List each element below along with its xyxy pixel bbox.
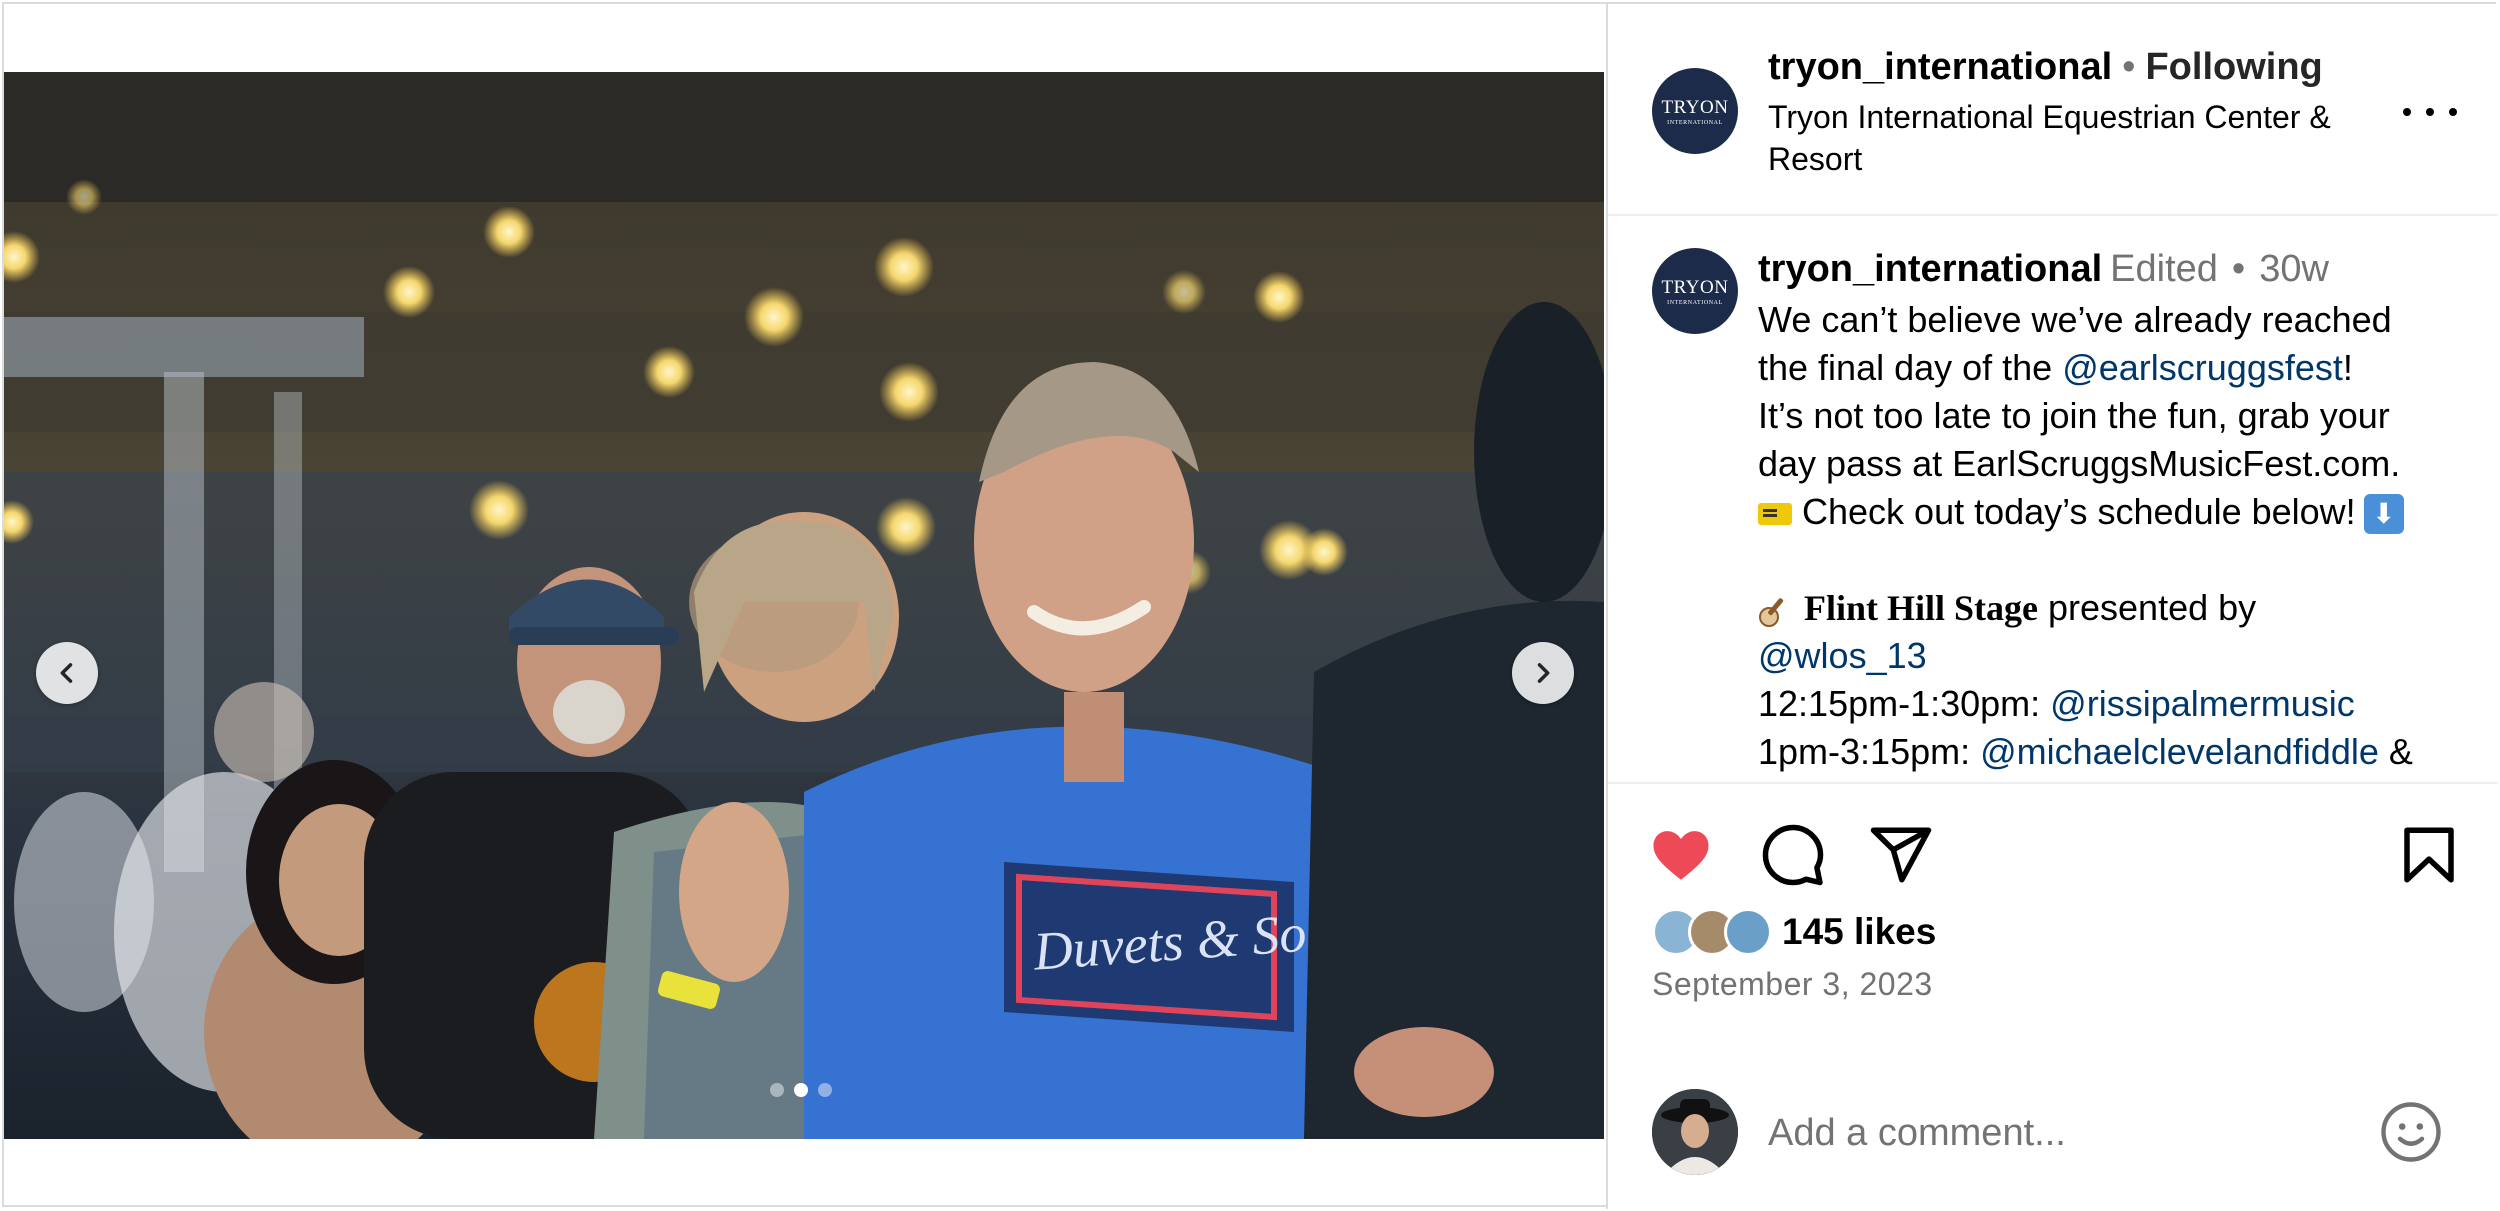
caption-line: day pass at EarlScruggsMusicFest.com. xyxy=(1758,443,2401,484)
caption-line: We can’t believe we’ve already reached xyxy=(1758,299,2392,340)
logo-text: TRYON xyxy=(1661,96,1729,118)
chevron-right-icon xyxy=(1537,663,1550,683)
more-icon xyxy=(2403,108,2411,116)
caption-line: 1pm-3:15pm: @michaelclevelandfiddle & xyxy=(1758,728,2478,776)
caption-line: It’s not too late to join the fun, grab … xyxy=(1758,395,2390,436)
caption-fragment: Check out today’s schedule below! xyxy=(1802,491,2356,532)
logo-text: TRYON xyxy=(1661,276,1729,298)
caption-fragment: 1pm-3:15pm: xyxy=(1758,731,1981,772)
post-media: Duvets & Sols xyxy=(4,72,1604,1139)
down-arrow-emoji-icon: ⬇ xyxy=(2363,494,2404,535)
share-button[interactable] xyxy=(1868,822,1934,888)
post-location[interactable]: Tryon International Equestrian Center & … xyxy=(1768,96,2388,180)
post-side-panel: TRYON INTERNATIONAL tryon_international •… xyxy=(1606,4,2498,1209)
liker-avatar xyxy=(1724,908,1772,956)
ticket-emoji-icon xyxy=(1758,503,1792,526)
carousel-dot-active xyxy=(794,1083,808,1097)
mention-michaelclevelandfiddle[interactable]: @michaelclevelandfiddle xyxy=(1980,731,2379,772)
caption-fragment: the final day of the xyxy=(1758,347,2063,388)
smile-icon xyxy=(2381,1102,2441,1162)
chevron-left-icon xyxy=(60,663,73,683)
likes-row[interactable]: 145 likes xyxy=(1652,904,1936,960)
more-icon xyxy=(2426,108,2434,116)
mention-earlscruggsfest[interactable]: @earlscruggsfest xyxy=(2062,347,2343,388)
stage-name: Flint Hill Stage xyxy=(1804,588,2038,628)
comment-icon xyxy=(1762,824,1824,886)
banjo-emoji-icon xyxy=(1759,598,1784,628)
caption-fragment: presented by xyxy=(2038,587,2257,628)
user-avatar-image xyxy=(1652,1089,1738,1175)
more-icon xyxy=(2449,108,2457,116)
carousel-dot xyxy=(818,1083,832,1097)
carousel-prev-button[interactable] xyxy=(36,642,98,704)
post-modal: Duvets & Sols TRYON INTERNATIONAL tryon_… xyxy=(2,2,2498,1209)
caption-fragment: & xyxy=(2378,731,2413,772)
header-separator: • xyxy=(2122,46,2136,88)
caption-avatar[interactable]: TRYON INTERNATIONAL xyxy=(1652,248,1738,334)
header-username-row: tryon_international • Following xyxy=(1768,46,2323,89)
bookmark-icon xyxy=(2404,827,2454,883)
account-avatar[interactable]: TRYON INTERNATIONAL xyxy=(1652,68,1738,154)
caption-username[interactable]: tryon_international xyxy=(1758,248,2102,290)
post-caption: TRYON INTERNATIONAL tryon_international E… xyxy=(1608,218,2498,782)
caption-line: the final day of the @earlscruggsfest! xyxy=(1758,344,2478,392)
heart-icon xyxy=(1653,831,1709,880)
post-date[interactable]: September 3, 2023 xyxy=(1652,966,1933,1003)
caption-line: Flint Hill Stage presented by xyxy=(1758,584,2478,632)
caption-line: 12:15pm-1:30pm: @rissipalmermusic xyxy=(1758,680,2478,728)
carousel-next-button[interactable] xyxy=(1512,642,1574,704)
logo-subtext: INTERNATIONAL xyxy=(1667,299,1723,306)
caption-text: We can’t believe we’ve already reached t… xyxy=(1758,296,2478,776)
caption-age[interactable]: 30w xyxy=(2259,248,2329,290)
following-button[interactable]: Following xyxy=(2145,46,2322,88)
comment-bar xyxy=(1608,1059,2498,1209)
caption-fragment: ! xyxy=(2342,347,2353,388)
post-photo: Duvets & Sols xyxy=(4,72,1604,1139)
likes-count[interactable]: 145 likes xyxy=(1782,911,1936,953)
caption-fragment: 12:15pm-1:30pm: xyxy=(1758,683,2051,724)
save-button[interactable] xyxy=(2396,822,2462,888)
header-username[interactable]: tryon_international xyxy=(1768,46,2112,88)
carousel-dot xyxy=(770,1083,784,1097)
caption-separator: • xyxy=(2231,248,2246,290)
share-icon xyxy=(1870,827,1932,883)
comment-button[interactable] xyxy=(1760,822,1826,888)
mention-wlos13[interactable]: @wlos_13 xyxy=(1758,635,1927,676)
logo-subtext: INTERNATIONAL xyxy=(1667,119,1723,126)
emoji-picker-button[interactable] xyxy=(2378,1099,2444,1165)
caption-header: tryon_international Edited • 30w xyxy=(1758,248,2329,291)
post-header: TRYON INTERNATIONAL tryon_international •… xyxy=(1608,4,2498,216)
caption-line: Check out today’s schedule below! ⬇ xyxy=(1758,488,2478,536)
mention-rissipalmermusic[interactable]: @rissipalmermusic xyxy=(2050,683,2355,724)
caption-line: @wlos_13 xyxy=(1758,632,2478,680)
carousel-indicator xyxy=(770,1083,832,1097)
like-button[interactable] xyxy=(1648,822,1714,888)
action-bar xyxy=(1608,784,2498,904)
comment-input[interactable] xyxy=(1768,1103,2348,1163)
caption-edited: Edited xyxy=(2110,248,2218,290)
user-avatar xyxy=(1652,1089,1738,1175)
more-options-button[interactable] xyxy=(2403,92,2457,132)
